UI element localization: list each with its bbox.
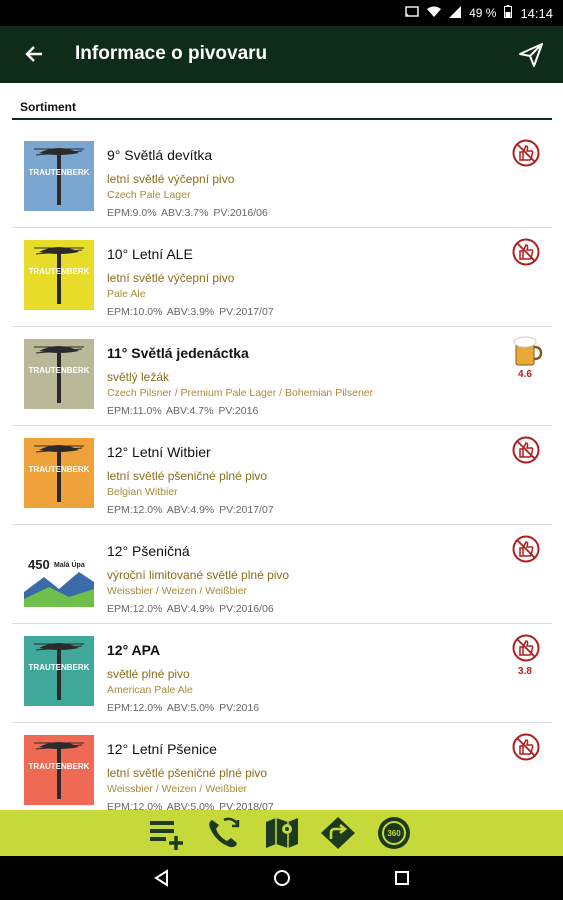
add-list-icon[interactable]	[148, 816, 184, 850]
beer-list-item[interactable]: TRAUTENBERK 12° Letní Witbier letní svět…	[12, 426, 552, 525]
cast-icon	[405, 5, 419, 21]
beer-meta: EPM:10.0% ABV:3.9% PV:2017/07	[107, 306, 274, 318]
beer-rating: 3.8	[518, 666, 532, 677]
back-arrow-icon[interactable]	[22, 41, 48, 67]
thumbs-up-icon[interactable]	[512, 634, 540, 662]
beer-style: Pale Ale	[107, 288, 146, 300]
beer-list-item[interactable]: TRAUTENBERK 11° Světlá jedenáctka světlý…	[12, 327, 552, 426]
beer-label-image: TRAUTENBERK	[24, 438, 94, 508]
system-nav-bar	[0, 856, 563, 900]
app-bar: Informace o pivovaru	[0, 26, 563, 83]
beer-label-image: TRAUTENBERK	[24, 141, 94, 211]
beer-description: letní světlé výčepní pivo	[107, 172, 235, 186]
thumbs-up-icon[interactable]	[512, 436, 540, 464]
beer-label-image: TRAUTENBERK	[24, 339, 94, 409]
beer-style: Czech Pale Lager	[107, 189, 191, 201]
beer-list-item[interactable]: TRAUTENBERK 10° Letní ALE letní světlé v…	[12, 228, 552, 327]
send-icon[interactable]	[517, 41, 545, 69]
beer-list-item[interactable]: TRAUTENBERK 12° Letní Pšenice letní svět…	[12, 723, 552, 810]
beer-name: 12° Pšeničná	[107, 543, 190, 559]
svg-text:Malá Úpa: Malá Úpa	[54, 560, 85, 569]
phone-sync-icon[interactable]	[206, 816, 242, 850]
status-bar: 49 % 14:14	[0, 0, 563, 26]
beer-meta: EPM:9.0% ABV:3.7% PV:2016/06	[107, 207, 268, 219]
beer-description: letní světlé pšeničné plné pivo	[107, 469, 268, 483]
signal-icon	[449, 5, 462, 21]
bottom-toolbar: 360	[0, 810, 563, 856]
beer-style: American Pale Ale	[107, 684, 193, 696]
360-icon[interactable]: 360	[376, 816, 412, 850]
beer-list-item[interactable]: TRAUTENBERK 12° APA světlé plné pivo Ame…	[12, 624, 552, 723]
nav-recents-icon[interactable]	[392, 868, 412, 888]
svg-text:TRAUTENBERK: TRAUTENBERK	[29, 465, 90, 474]
beer-name: 9° Světlá devítka	[107, 147, 213, 163]
battery-icon	[504, 5, 513, 21]
map-icon[interactable]	[264, 816, 300, 850]
svg-text:360: 360	[387, 829, 401, 838]
svg-text:TRAUTENBERK: TRAUTENBERK	[29, 168, 90, 177]
main-content: Sortiment TRAUTENBERK 9° Světlá devítka …	[0, 83, 563, 810]
beer-description: letní světlé výčepní pivo	[107, 271, 235, 285]
thumbs-up-icon[interactable]	[512, 238, 540, 266]
thumbs-up-icon[interactable]	[512, 535, 540, 563]
beer-label-image: TRAUTENBERK	[24, 735, 94, 805]
beer-list[interactable]: TRAUTENBERK 9° Světlá devítka letní svět…	[12, 129, 552, 810]
battery-text: 49 %	[469, 6, 497, 20]
beer-description: výroční limitované světlé plné pivo	[107, 568, 290, 582]
directions-icon[interactable]	[320, 816, 356, 850]
beer-name: 10° Letní ALE	[107, 246, 193, 262]
thumbs-up-icon[interactable]	[512, 139, 540, 167]
wifi-icon	[427, 6, 442, 21]
beer-name: 11° Světlá jedenáctka	[107, 345, 249, 361]
beer-label-image: TRAUTENBERK	[24, 240, 94, 310]
beer-meta: EPM:12.0% ABV:5.0% PV:2018/07	[107, 801, 274, 810]
beer-style: Belgian Witbier	[107, 486, 178, 498]
clock: 14:14	[520, 5, 553, 21]
page-title: Informace o pivovaru	[75, 43, 268, 64]
nav-back-icon[interactable]	[152, 868, 172, 888]
beer-meta: EPM:12.0% ABV:4.9% PV:2016/06	[107, 603, 274, 615]
thumbs-up-icon[interactable]	[512, 733, 540, 761]
section-divider	[12, 118, 552, 120]
beer-name: 12° APA	[107, 642, 161, 658]
section-title: Sortiment	[20, 100, 77, 114]
svg-text:TRAUTENBERK: TRAUTENBERK	[29, 762, 90, 771]
beer-mug-icon[interactable]	[508, 333, 544, 369]
beer-label-image: 450 Malá Úpa	[24, 537, 94, 607]
beer-meta: EPM:12.0% ABV:5.0% PV:2016	[107, 702, 260, 714]
beer-label-image: TRAUTENBERK	[24, 636, 94, 706]
beer-description: letní světlé pšeničné plné pivo	[107, 766, 268, 780]
svg-text:TRAUTENBERK: TRAUTENBERK	[29, 267, 90, 276]
beer-meta: EPM:11.0% ABV:4.7% PV:2016	[107, 405, 259, 417]
beer-list-item[interactable]: 450 Malá Úpa 12° Pšeničná výroční limito…	[12, 525, 552, 624]
beer-name: 12° Letní Pšenice	[107, 741, 217, 757]
beer-style: Weissbier / Weizen / Weißbier	[107, 585, 248, 597]
beer-description: světlý ležák	[107, 370, 170, 384]
beer-meta: EPM:12.0% ABV:4.9% PV:2017/07	[107, 504, 274, 516]
beer-style: Czech Pilsner / Premium Pale Lager / Boh…	[107, 387, 374, 399]
beer-list-item[interactable]: TRAUTENBERK 9° Světlá devítka letní svět…	[12, 129, 552, 228]
beer-description: světlé plné pivo	[107, 667, 190, 681]
beer-name: 12° Letní Witbier	[107, 444, 211, 460]
svg-text:450: 450	[28, 557, 50, 572]
beer-style: Weissbier / Weizen / Weißbier	[107, 783, 248, 795]
svg-text:TRAUTENBERK: TRAUTENBERK	[29, 366, 90, 375]
nav-home-icon[interactable]	[272, 868, 292, 888]
beer-rating: 4.6	[518, 369, 532, 380]
svg-text:TRAUTENBERK: TRAUTENBERK	[29, 663, 90, 672]
